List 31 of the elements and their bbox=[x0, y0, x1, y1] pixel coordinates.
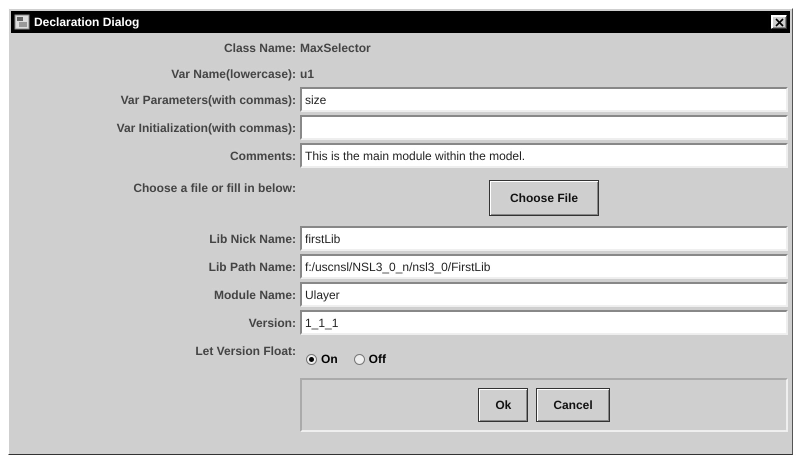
field-value: u1 bbox=[300, 67, 314, 81]
window-title: Declaration Dialog bbox=[34, 15, 140, 29]
field-label: Version: bbox=[248, 316, 296, 330]
radio-button[interactable] bbox=[306, 354, 317, 364]
radio-button[interactable] bbox=[354, 354, 365, 364]
field-value: MaxSelector bbox=[300, 41, 371, 55]
input-field[interactable]: Ulayer bbox=[300, 282, 788, 307]
cancel-button[interactable]: Cancel bbox=[536, 388, 610, 422]
field-label: Lib Nick Name: bbox=[209, 232, 296, 246]
input-field[interactable]: 1_1_1 bbox=[300, 310, 788, 335]
radio-label[interactable]: Off bbox=[368, 352, 386, 366]
choose-file-button[interactable]: Choose File bbox=[488, 180, 599, 216]
close-button[interactable] bbox=[771, 15, 787, 29]
ok-button[interactable]: Ok bbox=[478, 388, 528, 422]
field-label: Comments: bbox=[230, 148, 296, 162]
radio-label[interactable]: On bbox=[321, 352, 338, 366]
field-label: Choose a file or fill in below: bbox=[133, 180, 296, 195]
input-field[interactable]: firstLib bbox=[300, 226, 788, 251]
close-icon bbox=[774, 18, 784, 26]
field-label: Module Name: bbox=[214, 288, 296, 302]
input-field[interactable]: This is the main module within the model. bbox=[300, 143, 788, 168]
field-label: Lib Path Name: bbox=[208, 260, 296, 274]
field-label: Let Version Float: bbox=[195, 343, 296, 358]
field-label: Var Name(lowercase): bbox=[171, 66, 296, 83]
field-label: Var Initialization(with commas): bbox=[116, 120, 296, 134]
input-field[interactable]: f:/uscnsl/NSL3_0_n/nsl3_0/FirstLib bbox=[300, 254, 788, 279]
input-field[interactable] bbox=[300, 115, 788, 140]
field-label: Class Name: bbox=[224, 40, 296, 57]
input-field[interactable]: size bbox=[300, 87, 788, 112]
field-label: Var Parameters(with commas): bbox=[120, 92, 296, 106]
app-icon bbox=[14, 14, 30, 30]
